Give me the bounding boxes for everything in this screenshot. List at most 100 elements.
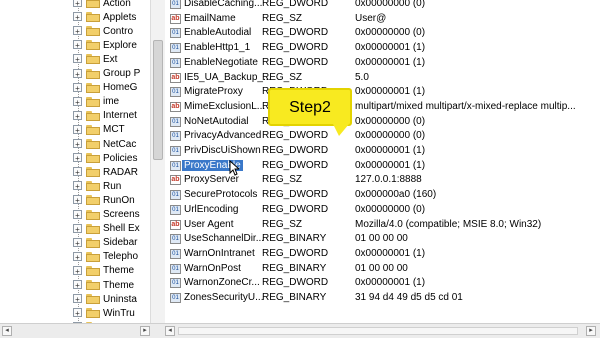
expand-plus-icon[interactable]: + bbox=[73, 265, 82, 276]
tree-item[interactable]: + Sidebar bbox=[0, 236, 150, 250]
value-name[interactable]: EnableAutodial bbox=[184, 27, 251, 38]
expand-plus-icon[interactable]: + bbox=[73, 54, 82, 64]
tree-item[interactable]: + HomeG bbox=[0, 81, 150, 95]
value-name[interactable]: PrivacyAdvanced bbox=[184, 130, 261, 141]
expand-plus-icon[interactable]: + bbox=[73, 181, 82, 191]
expand-plus-icon[interactable]: + bbox=[73, 195, 82, 205]
expand-plus-icon[interactable]: + bbox=[73, 96, 82, 107]
registry-value-row[interactable]: 01 WarnonZoneCr... REG_DWORD 0x00000001 (1) bbox=[165, 276, 600, 291]
expand-plus-icon[interactable]: + bbox=[73, 237, 82, 248]
registry-value-row[interactable]: 01 WarnOnPost REG_BINARY 01 00 00 00 bbox=[165, 262, 600, 277]
value-name[interactable]: WarnOnIntranet bbox=[184, 248, 255, 259]
expand-plus-icon[interactable]: + bbox=[73, 223, 82, 234]
registry-key-tree[interactable]: + Action + Applets + Contro + Explore + Ext + Group… bbox=[0, 0, 151, 323]
value-type: REG_DWORD bbox=[262, 159, 329, 171]
registry-value-row[interactable]: 01 PrivDiscUiShown REG_DWORD 0x00000001 (1) bbox=[165, 144, 600, 159]
value-type: REG_DWORD bbox=[262, 130, 329, 142]
tree-item[interactable]: + Uninsta bbox=[0, 292, 150, 306]
expand-plus-icon[interactable]: + bbox=[73, 12, 82, 22]
expand-plus-icon[interactable]: + bbox=[73, 124, 82, 135]
tree-item[interactable]: + ime bbox=[0, 95, 150, 109]
tree-item[interactable]: + NetCac bbox=[0, 137, 150, 151]
value-type: REG_SZ bbox=[262, 71, 303, 83]
registry-value-row[interactable]: ab IE5_UA_Backup_... REG_SZ 5.0 bbox=[165, 71, 600, 86]
tree-item[interactable]: + Theme bbox=[0, 264, 150, 278]
value-name[interactable]: MigrateProxy bbox=[184, 86, 243, 97]
expand-plus-icon[interactable]: + bbox=[73, 68, 82, 79]
registry-value-row[interactable]: 01 EnableHttp1_1 REG_DWORD 0x00000001 (1) bbox=[165, 41, 600, 56]
value-name[interactable]: PrivDiscUiShown bbox=[184, 145, 261, 156]
expand-plus-icon[interactable]: + bbox=[73, 0, 82, 8]
tree-item[interactable]: + Shell Ex bbox=[0, 222, 150, 236]
value-name[interactable]: UrlEncoding bbox=[184, 204, 238, 215]
tree-item[interactable]: + Screens bbox=[0, 208, 150, 222]
value-name[interactable]: SecureProtocols bbox=[184, 189, 257, 200]
expand-plus-icon[interactable]: + bbox=[73, 294, 82, 304]
tree-item[interactable]: + Explore bbox=[0, 38, 150, 52]
tree-item[interactable]: + Action bbox=[0, 0, 150, 10]
expand-plus-icon[interactable]: + bbox=[73, 209, 82, 220]
values-scroll-left-icon[interactable]: ◂ bbox=[165, 326, 175, 336]
registry-value-row[interactable]: abMimeExclusionL...REG_SZmultipart/mixed… bbox=[165, 100, 600, 115]
tree-item[interactable]: + Run bbox=[0, 179, 150, 193]
value-name[interactable]: ProxyServer bbox=[184, 174, 239, 185]
registry-value-row[interactable]: 01 DisableCaching... REG_DWORD 0x00000000 (… bbox=[165, 0, 600, 12]
registry-value-row[interactable]: 01 EnableAutodial REG_DWORD 0x00000000 (0) bbox=[165, 26, 600, 41]
registry-value-row[interactable]: 01 ZonesSecurityU... REG_BINARY 31 94 d4 49… bbox=[165, 291, 600, 306]
expand-plus-icon[interactable]: + bbox=[73, 280, 82, 290]
registry-value-row[interactable]: 01 EnableNegotiate REG_DWORD 0x00000001 (1) bbox=[165, 56, 600, 71]
registry-value-row[interactable]: 01 WarnOnIntranet REG_DWORD 0x00000001 (1) bbox=[165, 247, 600, 262]
tree-item[interactable]: + Group P bbox=[0, 67, 150, 81]
value-name[interactable]: DisableCaching... bbox=[184, 0, 262, 9]
tree-item[interactable]: + WinTru bbox=[0, 306, 150, 320]
registry-value-row[interactable]: 01MigrateProxyREG_DWORD0x00000001 (1) bbox=[165, 85, 600, 100]
tree-item[interactable]: + RunOn bbox=[0, 193, 150, 207]
value-name[interactable]: IE5_UA_Backup_... bbox=[184, 72, 271, 83]
value-name[interactable]: UseSchannelDir... bbox=[184, 233, 264, 244]
folder-icon bbox=[86, 237, 100, 248]
tree-item[interactable]: + Telepho bbox=[0, 250, 150, 264]
tree-item[interactable]: + Policies bbox=[0, 151, 150, 165]
tree-scroll-thumb[interactable] bbox=[153, 40, 163, 160]
value-name[interactable]: EmailName bbox=[184, 13, 236, 24]
registry-value-row[interactable]: 01NoNetAutodialREG_DWORD0x00000000 (0) bbox=[165, 115, 600, 130]
value-name[interactable]: EnableHttp1_1 bbox=[184, 42, 250, 53]
tree-item[interactable]: + Theme bbox=[0, 278, 150, 292]
registry-value-row[interactable]: ab User Agent REG_SZ Mozilla/4.0 (compatibl… bbox=[165, 218, 600, 233]
scroll-left-icon[interactable]: ◂ bbox=[2, 326, 12, 336]
expand-plus-icon[interactable]: + bbox=[73, 110, 82, 121]
registry-value-row[interactable]: 01 PrivacyAdvanced REG_DWORD 0x00000000 (0) bbox=[165, 129, 600, 144]
value-name[interactable]: WarnOnPost bbox=[184, 263, 241, 274]
scroll-right-icon[interactable]: ▸ bbox=[140, 326, 150, 336]
expand-plus-icon[interactable]: + bbox=[73, 40, 82, 50]
tree-item[interactable]: + Ext bbox=[0, 52, 150, 66]
value-name[interactable]: NoNetAutodial bbox=[184, 116, 248, 127]
horizontal-scrollbar[interactable]: ◂ ▸ ◂ ▸ bbox=[0, 323, 600, 338]
value-name[interactable]: EnableNegotiate bbox=[184, 57, 258, 68]
tree-item[interactable]: + Internet bbox=[0, 109, 150, 123]
tree-item[interactable]: + Contro bbox=[0, 24, 150, 38]
tree-vertical-scrollbar[interactable] bbox=[150, 0, 165, 323]
expand-plus-icon[interactable]: + bbox=[73, 26, 82, 36]
values-scroll-right-icon[interactable]: ▸ bbox=[586, 326, 596, 336]
expand-plus-icon[interactable]: + bbox=[73, 82, 82, 93]
value-name[interactable]: ZonesSecurityU... bbox=[184, 292, 263, 303]
expand-plus-icon[interactable]: + bbox=[73, 251, 82, 262]
value-name[interactable]: User Agent bbox=[184, 219, 233, 230]
expand-plus-icon[interactable]: + bbox=[73, 139, 82, 149]
registry-value-row[interactable]: 01 UseSchannelDir... REG_BINARY 01 00 00 00 bbox=[165, 232, 600, 247]
values-scroll-track[interactable] bbox=[178, 327, 578, 335]
tree-item-label: Group P bbox=[103, 68, 141, 79]
tree-item[interactable]: + RADAR bbox=[0, 165, 150, 179]
tree-item[interactable]: + Applets bbox=[0, 10, 150, 24]
registry-value-row[interactable]: ab EmailName REG_SZ User@ bbox=[165, 12, 600, 27]
expand-plus-icon[interactable]: + bbox=[73, 308, 82, 318]
tree-item-label: Policies bbox=[103, 152, 138, 164]
registry-value-row[interactable]: 01 UrlEncoding REG_DWORD 0x00000000 (0) bbox=[165, 203, 600, 218]
expand-plus-icon[interactable]: + bbox=[73, 167, 82, 177]
value-name[interactable]: MimeExclusionL... bbox=[184, 101, 265, 112]
tree-item[interactable]: + MCT bbox=[0, 123, 150, 137]
expand-plus-icon[interactable]: + bbox=[73, 153, 82, 163]
value-name[interactable]: WarnonZoneCr... bbox=[184, 277, 260, 288]
registry-value-row[interactable]: 01 SecureProtocols REG_DWORD 0x000000a0 (16… bbox=[165, 188, 600, 203]
